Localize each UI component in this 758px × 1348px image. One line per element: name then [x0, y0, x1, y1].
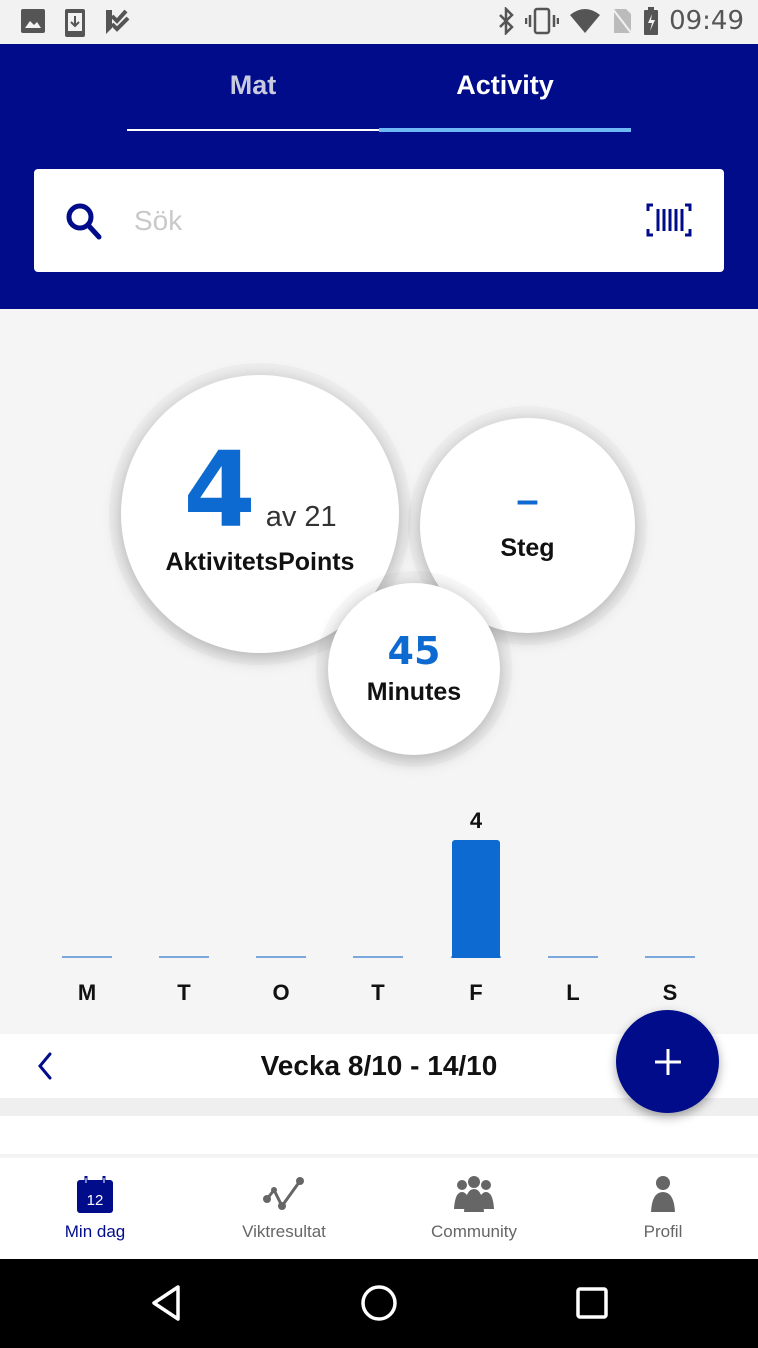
- day-label: L: [566, 980, 580, 1005]
- bar-baseline: [548, 956, 598, 958]
- steps-label: Steg: [500, 534, 555, 562]
- bar-value-label: 4: [469, 808, 483, 833]
- nav-profil[interactable]: Profil: [568, 1158, 758, 1259]
- tab-mat[interactable]: Mat: [127, 70, 379, 101]
- profile-icon: [651, 1176, 675, 1212]
- nav-label: Profil: [643, 1222, 683, 1241]
- calendar-icon: 12: [77, 1176, 113, 1213]
- bar-4[interactable]: [452, 840, 500, 958]
- bluetooth-icon: [499, 7, 514, 35]
- app-header: Mat Activity: [0, 44, 758, 309]
- search-bar: [34, 169, 724, 272]
- content-area: [0, 1116, 758, 1156]
- download-icon: [65, 9, 85, 37]
- nav-min-dag[interactable]: 12 Min dag: [0, 1158, 190, 1259]
- nav-label: Min dag: [64, 1222, 126, 1241]
- chart-line-icon: [263, 1177, 304, 1210]
- points-value: 4: [183, 428, 256, 551]
- minutes-label: Minutes: [366, 677, 462, 706]
- status-bar: 09:49: [0, 0, 758, 44]
- calendar-day: 12: [87, 1192, 104, 1209]
- vibrate-icon: [525, 7, 560, 35]
- bottom-nav: 12 Min dag Viktresultat Community Profil: [0, 1158, 758, 1259]
- day-label: F: [469, 980, 483, 1005]
- checklist-icon: [106, 9, 130, 34]
- bar-baseline: [353, 956, 403, 958]
- plus-icon: [654, 1048, 681, 1075]
- image-icon: [21, 9, 45, 33]
- no-sim-icon: [611, 7, 633, 35]
- bar-baseline: [645, 956, 695, 958]
- bar-baseline: [256, 956, 306, 958]
- points-of-total: av 21: [265, 500, 337, 533]
- day-label: O: [272, 980, 290, 1005]
- bar-baseline: [62, 956, 112, 958]
- steps-value: –: [516, 478, 539, 522]
- bar-baseline: [159, 956, 209, 958]
- day-label: M: [77, 980, 97, 1005]
- nav-viktresultat[interactable]: Viktresultat: [189, 1158, 379, 1259]
- community-icon: [454, 1176, 494, 1212]
- nav-community[interactable]: Community: [379, 1158, 569, 1259]
- day-label: S: [662, 980, 678, 1005]
- wifi-icon: [570, 9, 601, 33]
- points-label: AktivitetsPoints: [165, 547, 355, 576]
- minutes-circle[interactable]: 45 Minutes: [328, 583, 500, 755]
- status-time: 09:49: [669, 6, 744, 36]
- tab-activity[interactable]: Activity: [379, 70, 631, 101]
- search-input[interactable]: [134, 197, 614, 245]
- tab-indicator-mat: [127, 129, 379, 131]
- nav-label: Community: [431, 1222, 517, 1241]
- home-icon[interactable]: [359, 1281, 399, 1325]
- back-icon[interactable]: [148, 1281, 184, 1325]
- add-button[interactable]: [616, 1010, 719, 1113]
- tab-indicator-activity: [379, 128, 631, 132]
- nav-label: Viktresultat: [242, 1222, 326, 1241]
- system-nav-bar: [0, 1259, 758, 1348]
- barcode-icon[interactable]: [646, 203, 692, 237]
- recents-icon[interactable]: [574, 1281, 610, 1325]
- weekly-points-chart: M T O T 4 F L S: [0, 800, 758, 1010]
- search-icon[interactable]: [64, 201, 104, 241]
- day-label: T: [371, 980, 385, 1005]
- battery-charging-icon: [644, 7, 659, 35]
- day-label: T: [177, 980, 191, 1005]
- minutes-value: 45: [387, 628, 441, 673]
